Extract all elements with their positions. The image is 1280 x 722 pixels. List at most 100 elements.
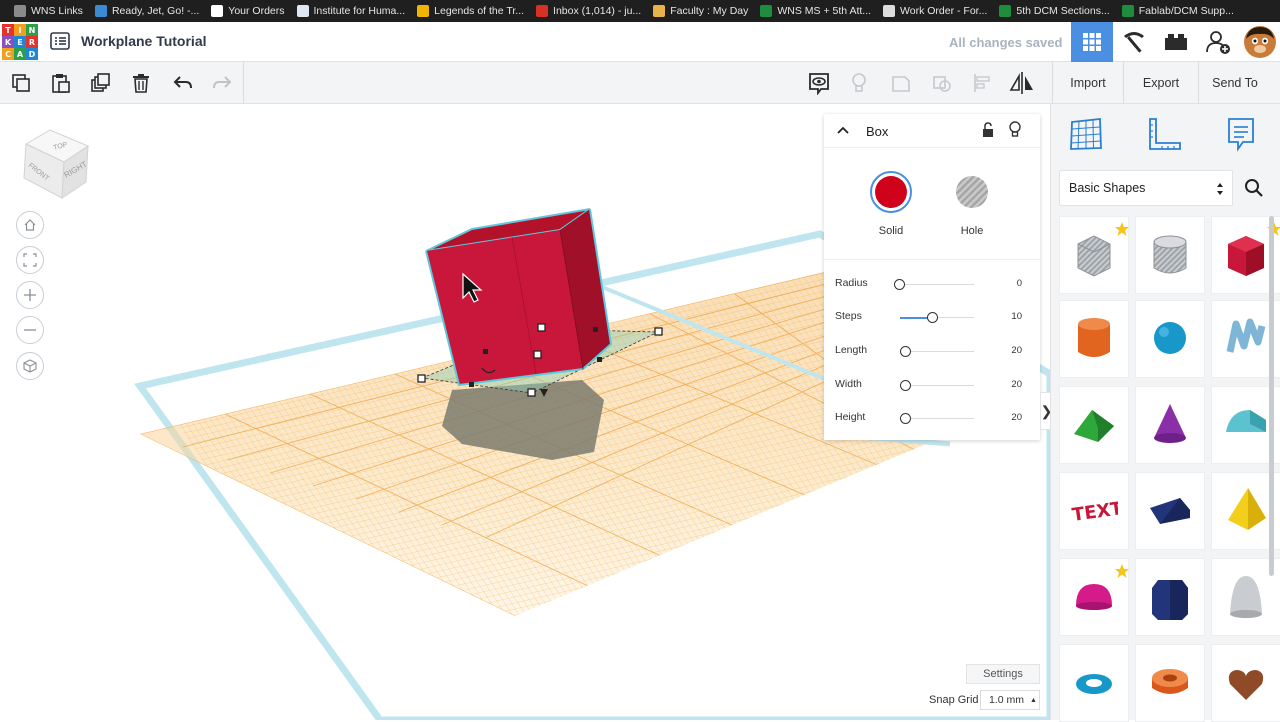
hole-option[interactable]: Hole <box>942 170 1002 237</box>
group-button[interactable] <box>888 70 914 96</box>
unlock-icon[interactable] <box>981 121 995 139</box>
shape-tile[interactable] <box>1135 300 1205 378</box>
param-slider-knob[interactable] <box>899 380 911 391</box>
bookmark-item[interactable]: Legends of the Tr... <box>411 0 530 22</box>
zoom-in-button[interactable] <box>16 281 44 309</box>
copy-button[interactable] <box>8 70 34 96</box>
shape-tile[interactable] <box>1059 386 1129 464</box>
param-value[interactable]: 20 <box>1011 379 1022 390</box>
shape-tile[interactable] <box>1059 216 1129 294</box>
bookmark-favicon-icon <box>417 5 430 17</box>
notes-button[interactable] <box>806 70 832 96</box>
shape-tile[interactable] <box>1211 644 1280 722</box>
bricks-view-button[interactable] <box>1155 22 1197 62</box>
invite-user-button[interactable] <box>1197 22 1239 62</box>
bookmark-item[interactable]: Fablab/DCM Supp... <box>1116 0 1240 22</box>
logo-letter: E <box>14 36 26 48</box>
zoom-out-button[interactable] <box>16 316 44 344</box>
shape-tile[interactable] <box>1135 558 1205 636</box>
sidebar-scrollbar[interactable] <box>1269 216 1274 576</box>
paste-button[interactable] <box>48 70 74 96</box>
show-all-button[interactable] <box>846 70 872 96</box>
bookmark-item[interactable]: 5th DCM Sections... <box>993 0 1115 22</box>
solid-option[interactable]: Solid <box>861 170 921 237</box>
design-title[interactable]: Workplane Tutorial <box>81 33 207 49</box>
bookmark-item[interactable]: WNS MS + 5th Att... <box>754 0 877 22</box>
bookmark-item[interactable]: Institute for Huma... <box>291 0 412 22</box>
lightbulb-icon[interactable] <box>1008 121 1022 139</box>
home-view-button[interactable] <box>16 211 44 239</box>
bookmark-item[interactable]: Inbox (1,014) - ju... <box>530 0 647 22</box>
bookmark-favicon-icon <box>94 5 107 17</box>
collapse-chevron-icon[interactable] <box>836 124 850 136</box>
favorite-star-icon[interactable] <box>1114 221 1130 237</box>
logo-letter: N <box>26 24 38 36</box>
send-to-button[interactable]: Send To <box>1202 70 1268 96</box>
shape-tile[interactable] <box>1135 472 1205 550</box>
shape-tile[interactable] <box>1059 558 1129 636</box>
blocks-view-button[interactable] <box>1113 22 1155 62</box>
param-height[interactable]: Height 20 <box>824 409 1040 429</box>
param-slider-knob[interactable] <box>899 413 911 424</box>
import-button[interactable]: Import <box>1056 70 1120 96</box>
param-slider-knob[interactable] <box>894 279 905 290</box>
export-button[interactable]: Export <box>1127 70 1195 96</box>
workplane-button[interactable] <box>1066 114 1106 154</box>
shape-tile[interactable] <box>1059 300 1129 378</box>
ungroup-button[interactable] <box>929 70 955 96</box>
shape-tile[interactable] <box>1059 644 1129 722</box>
param-slider-track[interactable] <box>900 385 974 386</box>
undo-button[interactable] <box>170 70 196 96</box>
favorite-star-icon[interactable] <box>1114 563 1130 579</box>
solid-swatch-icon[interactable] <box>869 170 913 214</box>
snap-grid-select[interactable]: 1.0 mm ▲ <box>980 690 1040 710</box>
shape-tile[interactable]: TEXT <box>1059 472 1129 550</box>
param-slider-track[interactable] <box>900 351 974 352</box>
param-slider-track[interactable] <box>900 418 974 419</box>
bookmark-item[interactable]: Ready, Jet, Go! -... <box>89 0 205 22</box>
fit-view-button[interactable] <box>16 246 44 274</box>
shape-search-button[interactable] <box>1239 170 1269 206</box>
shape-tile[interactable] <box>1135 216 1205 294</box>
param-value[interactable]: 20 <box>1011 412 1022 423</box>
perspective-button[interactable] <box>16 352 44 380</box>
shape-tile[interactable] <box>1135 644 1205 722</box>
fit-icon <box>23 253 37 267</box>
shape-category-select[interactable]: Basic Shapes <box>1059 170 1233 206</box>
param-slider-knob[interactable] <box>927 312 939 323</box>
red-box-shape[interactable] <box>425 208 613 387</box>
bookmark-item[interactable]: Your Orders <box>205 0 290 22</box>
shape-tile[interactable] <box>1135 386 1205 464</box>
notes-tool-button[interactable] <box>1221 114 1261 154</box>
tinkercad-logo[interactable]: TINKERCAD <box>2 24 38 60</box>
param-slider-knob[interactable] <box>899 346 911 357</box>
param-value[interactable]: 0 <box>1017 278 1022 289</box>
delete-button[interactable] <box>128 70 154 96</box>
green-roof-icon <box>1074 410 1114 442</box>
bookmark-label: WNS Links <box>31 5 83 17</box>
param-width[interactable]: Width 20 <box>824 376 1040 396</box>
ruler-button[interactable] <box>1145 114 1185 154</box>
edit-toolbar: Import Export Send To <box>0 62 1280 104</box>
view-cube[interactable]: TOP FRONT RIGHT <box>20 122 90 200</box>
param-length[interactable]: Length 20 <box>824 342 1040 362</box>
param-steps[interactable]: Steps 10 <box>824 308 1040 328</box>
3d-design-view-button[interactable] <box>1071 22 1113 62</box>
param-value[interactable]: 20 <box>1011 345 1022 356</box>
param-label: Length <box>835 344 868 356</box>
param-value[interactable]: 10 <box>1011 311 1022 322</box>
settings-button[interactable]: Settings <box>966 664 1040 684</box>
mirror-button[interactable] <box>1009 70 1035 96</box>
param-slider-track[interactable] <box>900 284 974 285</box>
bookmark-item[interactable]: Faculty : My Day <box>647 0 754 22</box>
user-avatar[interactable] <box>1239 22 1280 62</box>
design-list-icon[interactable] <box>50 32 70 50</box>
hole-swatch-icon[interactable] <box>950 170 994 214</box>
redo-button[interactable] <box>209 70 235 96</box>
bookmark-item[interactable]: Work Order - For... <box>877 0 993 22</box>
duplicate-button[interactable] <box>88 70 114 96</box>
align-button[interactable] <box>970 70 996 96</box>
magenta-half-sphere-icon <box>1076 584 1112 610</box>
bookmark-item[interactable]: WNS Links <box>8 0 89 22</box>
param-radius[interactable]: Radius 0 <box>824 275 1040 295</box>
